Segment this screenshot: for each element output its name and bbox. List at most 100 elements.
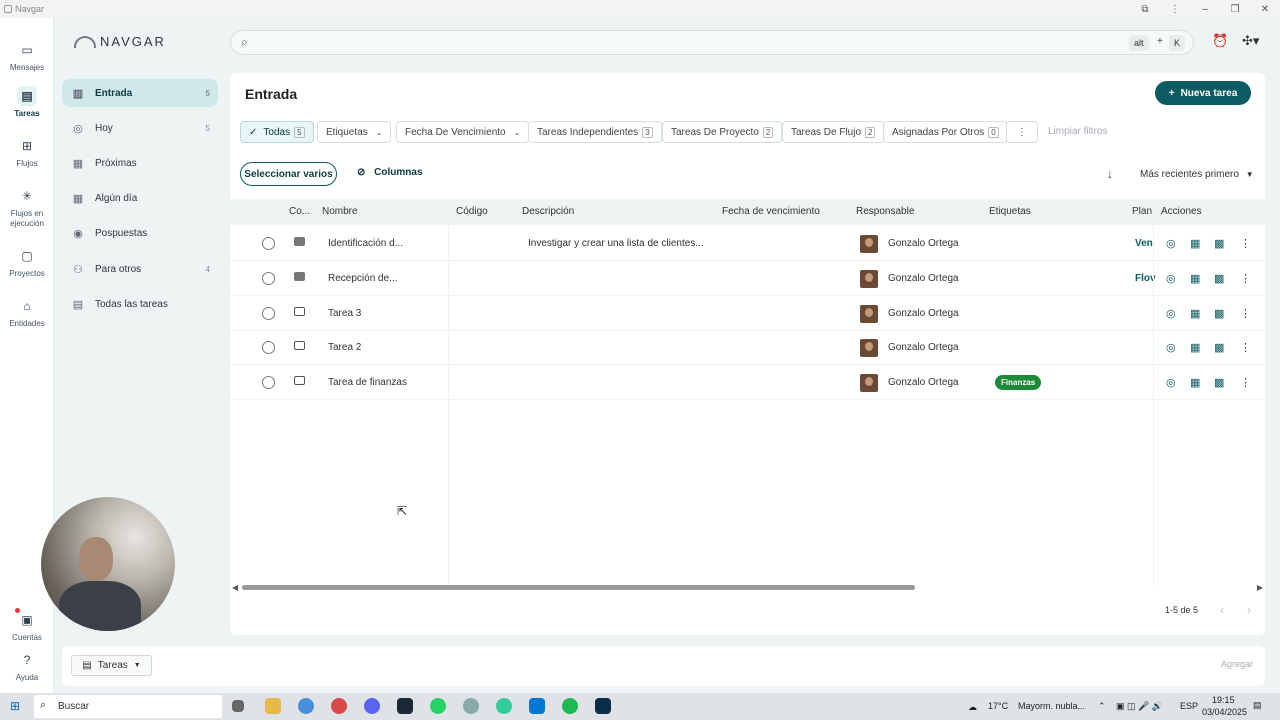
- whatsapp-icon[interactable]: [430, 698, 446, 714]
- comment-icon[interactable]: [294, 376, 305, 385]
- scroll-left-icon[interactable]: ◀: [232, 583, 238, 592]
- rail-item-entidades[interactable]: ⌂ Entidades: [0, 296, 54, 329]
- clear-filters-link[interactable]: Limpiar filtros: [1048, 126, 1107, 137]
- maximize-button[interactable]: ❐: [1220, 4, 1250, 15]
- weather-icon[interactable]: ☁: [968, 702, 977, 713]
- filter-etiquetas[interactable]: Etiquetas ⌄: [317, 121, 392, 143]
- target-icon[interactable]: ◎: [1166, 237, 1176, 250]
- column-header-codigo[interactable]: Código: [456, 206, 488, 217]
- nav-item-algun-dia[interactable]: ▦ Algún día: [62, 184, 218, 212]
- navgar-app-icon[interactable]: [595, 698, 611, 714]
- calendar-check-icon[interactable]: ▩: [1214, 272, 1224, 285]
- row-menu-icon[interactable]: ⋮: [1240, 341, 1251, 354]
- weather-temp[interactable]: 17°C: [988, 701, 1008, 711]
- calendar-icon[interactable]: ▦: [1190, 307, 1200, 320]
- table-row[interactable]: Identificación d... Investigar y crear u…: [230, 227, 1265, 261]
- close-button[interactable]: ✕: [1250, 4, 1280, 15]
- notifications-icon[interactable]: ▤: [1253, 700, 1262, 711]
- filter-todas[interactable]: ✓ Todas 5: [240, 121, 314, 143]
- app-icon[interactable]: [529, 698, 545, 714]
- tag-badge[interactable]: Finanzas: [995, 375, 1042, 390]
- filter-fecha-vencimiento[interactable]: Fecha De Vencimiento ⌄: [396, 121, 530, 143]
- complete-radio[interactable]: [262, 272, 275, 285]
- calendar-check-icon[interactable]: ▩: [1214, 307, 1224, 320]
- tray-icons[interactable]: ▣ ◫ 🎤 🔊: [1116, 701, 1163, 712]
- calendar-check-icon[interactable]: ▩: [1214, 341, 1224, 354]
- task-view-icon[interactable]: [232, 700, 244, 712]
- calendar-icon[interactable]: ▦: [1190, 341, 1200, 354]
- filter-asignadas-otros[interactable]: Asignadas Por Otros 0: [883, 121, 1008, 143]
- sort-direction-icon[interactable]: ↓: [1107, 167, 1113, 181]
- task-name[interactable]: Tarea de finanzas: [328, 377, 407, 388]
- table-row[interactable]: Tarea de finanzas Gonzalo Ortega Finanza…: [230, 366, 1265, 400]
- column-header-descripcion[interactable]: Descripción: [522, 206, 574, 217]
- complete-radio[interactable]: [262, 376, 275, 389]
- complete-radio[interactable]: [262, 237, 275, 250]
- windows-start-icon[interactable]: ⊞: [10, 699, 20, 713]
- discord-icon[interactable]: [364, 698, 380, 714]
- spotify-icon[interactable]: [562, 698, 578, 714]
- calendar-icon[interactable]: ▦: [1190, 376, 1200, 389]
- rail-item-tareas[interactable]: ▤ Tareas: [0, 86, 54, 119]
- filter-tareas-flujo[interactable]: Tareas De Flujo 2: [782, 121, 885, 143]
- nav-item-pospuestas[interactable]: ◉ Pospuestas: [62, 219, 218, 247]
- select-many-button[interactable]: Seleccionar varios: [240, 162, 337, 186]
- chrome-profile-icon[interactable]: [331, 698, 347, 714]
- column-header-responsable[interactable]: Responsable: [856, 206, 914, 217]
- target-icon[interactable]: ◎: [1166, 307, 1176, 320]
- filter-tareas-independientes[interactable]: Tareas Independientes 3: [528, 121, 662, 143]
- target-icon[interactable]: ◎: [1166, 272, 1176, 285]
- table-row[interactable]: Recepción de... Gonzalo Ortega Flov ◎ ▦ …: [230, 262, 1265, 296]
- calendar-check-icon[interactable]: ▩: [1214, 237, 1224, 250]
- column-header-co[interactable]: Co...: [289, 206, 310, 217]
- taskbar-search[interactable]: ⌕ Buscar: [34, 695, 222, 718]
- scrollbar-thumb[interactable]: [242, 585, 915, 590]
- task-name[interactable]: Tarea 3: [328, 308, 361, 319]
- comment-filled-icon[interactable]: [294, 237, 305, 246]
- rail-item-flujos-ejecucion[interactable]: ✳ Flujos en ejecución: [0, 186, 54, 229]
- calendar-icon[interactable]: ▦: [1190, 272, 1200, 285]
- workspace-menu-icon[interactable]: ✣▾: [1242, 33, 1259, 49]
- more-filters-button[interactable]: ⋮: [1006, 121, 1038, 143]
- comment-filled-icon[interactable]: [294, 272, 305, 281]
- rail-item-cuentas[interactable]: ▣ Cuentas: [0, 608, 54, 643]
- row-menu-icon[interactable]: ⋮: [1240, 272, 1251, 285]
- chrome-alt-icon[interactable]: [496, 698, 512, 714]
- column-header-plan[interactable]: Plan: [1132, 206, 1152, 217]
- file-explorer-icon[interactable]: [265, 698, 281, 714]
- calendar-check-icon[interactable]: ▩: [1214, 376, 1224, 389]
- nav-item-todas[interactable]: ▤ Todas las tareas: [62, 290, 218, 318]
- next-page-icon[interactable]: ›: [1247, 603, 1251, 617]
- rail-item-ayuda[interactable]: ? Ayuda: [0, 650, 54, 683]
- alarm-clock-icon[interactable]: ⏰: [1212, 33, 1228, 49]
- complete-radio[interactable]: [262, 341, 275, 354]
- task-name[interactable]: Tarea 2: [328, 342, 361, 353]
- nav-item-para-otros[interactable]: ⚇ Para otros 4: [62, 255, 218, 283]
- row-menu-icon[interactable]: ⋮: [1240, 376, 1251, 389]
- nav-item-proximas[interactable]: ▦ Próximas: [62, 149, 218, 177]
- horizontal-scrollbar[interactable]: ◀ ▶: [230, 583, 1265, 593]
- filter-tareas-proyecto[interactable]: Tareas De Proyecto 2: [662, 121, 783, 143]
- cloud-app-icon[interactable]: [463, 698, 479, 714]
- task-plan[interactable]: Ven: [1135, 238, 1153, 249]
- clock-time[interactable]: 19:15: [1212, 695, 1235, 705]
- prev-page-icon[interactable]: ‹: [1220, 603, 1224, 617]
- table-row[interactable]: Tarea 3 Gonzalo Ortega ◎ ▦ ▩ ⋮: [230, 297, 1265, 331]
- add-button[interactable]: Agregar: [1221, 659, 1253, 669]
- column-header-nombre[interactable]: Nombre: [322, 206, 358, 217]
- minimize-button[interactable]: –: [1190, 4, 1220, 15]
- task-name[interactable]: Recepción de...: [328, 273, 398, 284]
- tray-chevron-icon[interactable]: ⌃: [1098, 701, 1106, 712]
- language-indicator[interactable]: ESP: [1180, 701, 1198, 711]
- target-icon[interactable]: ◎: [1166, 341, 1176, 354]
- complete-radio[interactable]: [262, 307, 275, 320]
- comment-icon[interactable]: [294, 307, 305, 316]
- calendar-icon[interactable]: ▦: [1190, 237, 1200, 250]
- rail-item-proyectos[interactable]: ▢ Proyectos: [0, 246, 54, 279]
- weather-desc[interactable]: Mayorm. nubla...: [1018, 701, 1085, 711]
- new-task-button[interactable]: + Nueva tarea: [1155, 81, 1251, 105]
- columns-button[interactable]: ⊘ Columnas: [357, 167, 423, 178]
- row-menu-icon[interactable]: ⋮: [1240, 237, 1251, 250]
- steam-icon[interactable]: [397, 698, 413, 714]
- rail-item-flujos[interactable]: ⊞ Flujos: [0, 136, 54, 169]
